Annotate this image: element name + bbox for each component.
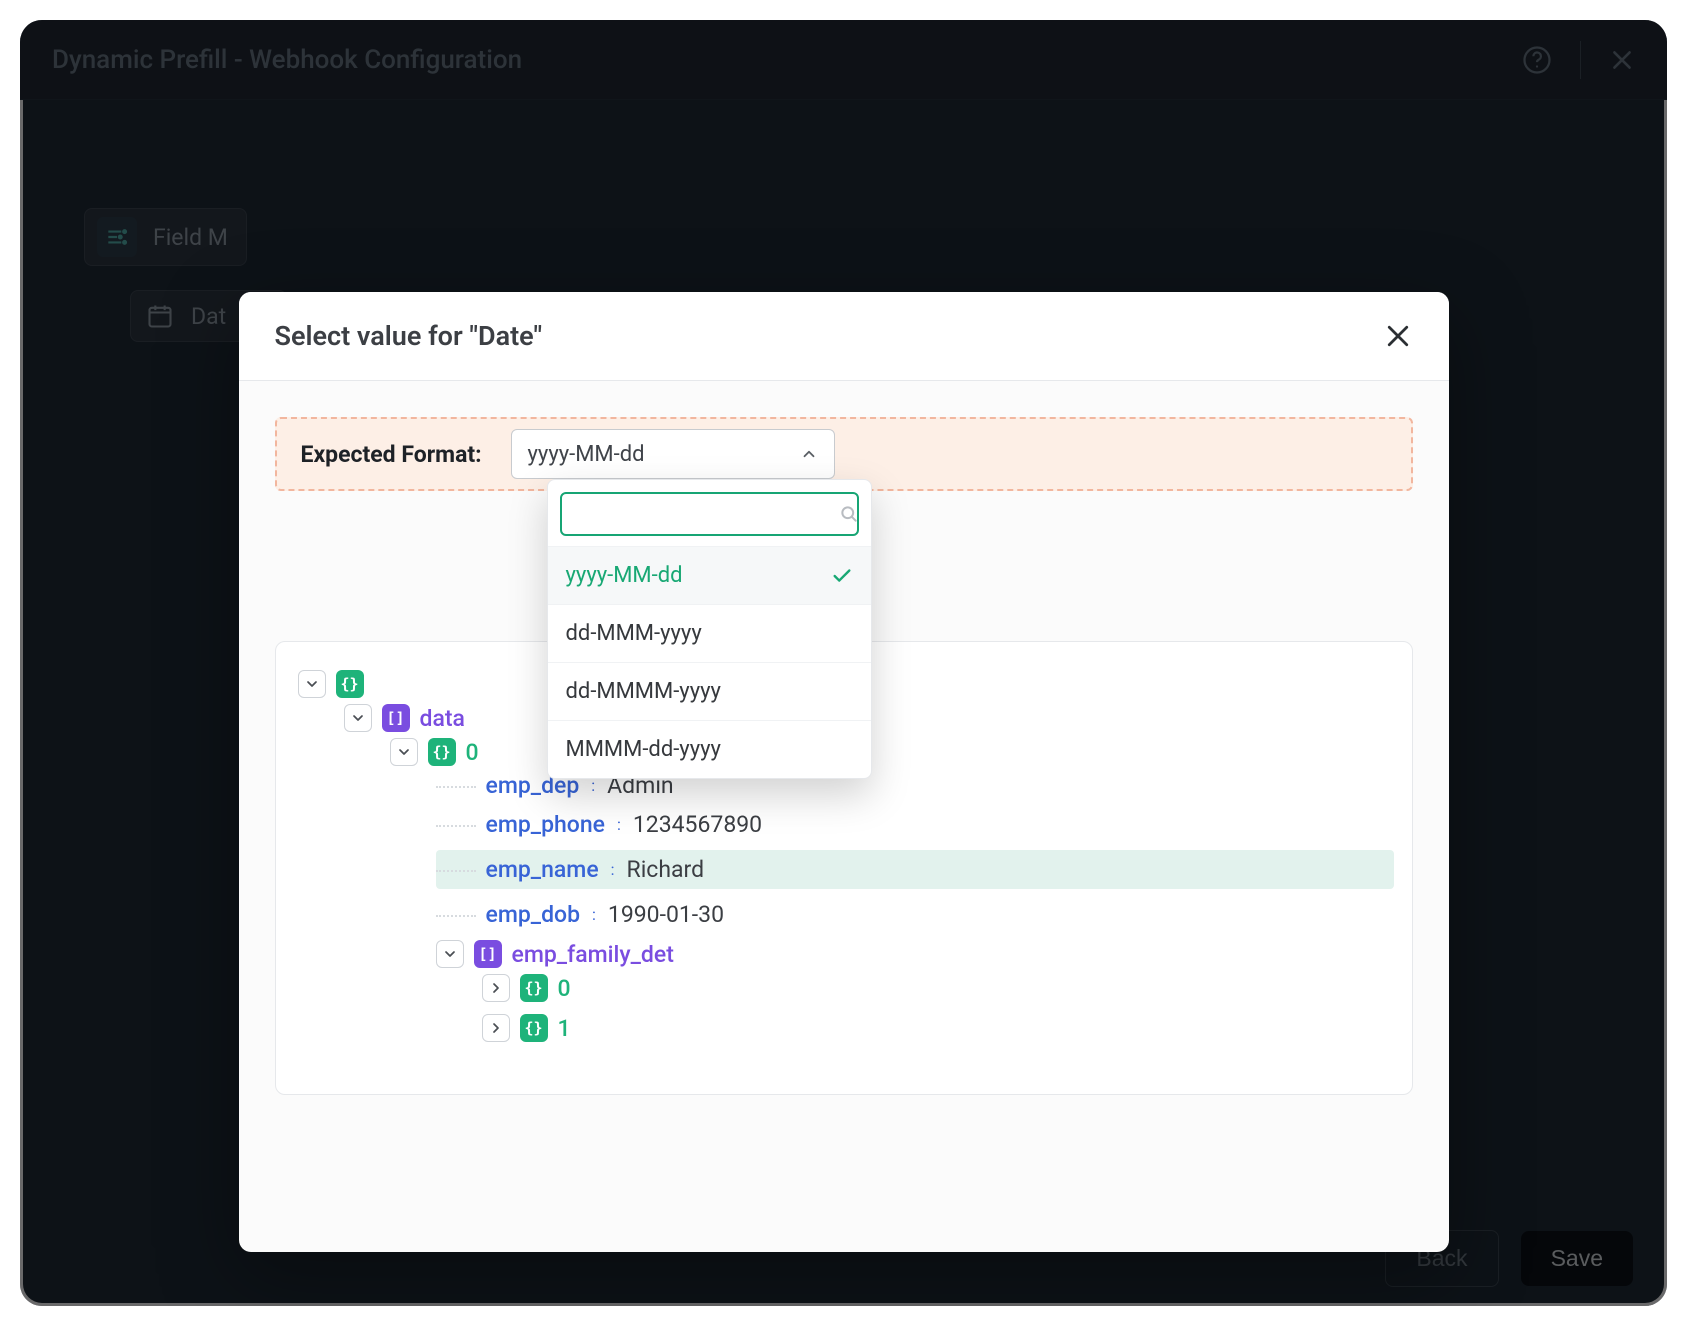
select-value-modal: Select value for "Date" Expected Format:…	[239, 292, 1449, 1252]
tree-field[interactable]: emp_phone: 1234567890	[436, 811, 1402, 838]
tree-node-label: emp_family_det	[512, 941, 674, 968]
format-option[interactable]: yyyy-MM-dd	[548, 546, 871, 604]
field-key: emp_phone	[486, 811, 605, 838]
tree-node-label: 0	[466, 739, 479, 766]
object-badge: {}	[520, 974, 548, 1002]
format-select-value: yyyy-MM-dd	[528, 442, 645, 467]
format-option-label: yyyy-MM-dd	[566, 563, 683, 588]
tree-node-family-1[interactable]: {} 1	[482, 1014, 1402, 1042]
array-badge: []	[474, 940, 502, 968]
collapse-toggle[interactable]	[344, 704, 372, 732]
format-select[interactable]: yyyy-MM-dd	[511, 429, 835, 479]
array-badge: []	[382, 704, 410, 732]
field-value: 1234567890	[633, 811, 762, 838]
tree-field-selected[interactable]: emp_name: Richard	[436, 850, 1394, 889]
object-badge: {}	[336, 670, 364, 698]
tree-node-family[interactable]: [] emp_family_det	[436, 940, 1402, 968]
collapse-toggle[interactable]	[436, 940, 464, 968]
chevron-up-icon	[800, 445, 818, 463]
collapse-toggle[interactable]	[298, 670, 326, 698]
modal-title: Select value for "Date"	[275, 320, 543, 352]
field-key: emp_dob	[486, 901, 581, 928]
field-value: Richard	[627, 856, 705, 883]
format-search[interactable]	[560, 492, 859, 536]
object-badge: {}	[428, 738, 456, 766]
tree-node-label: 0	[558, 975, 571, 1002]
field-value: 1990-01-30	[608, 901, 724, 928]
format-dropdown: yyyy-MM-dd dd-MMM-yyyy dd-MMMM-yyyy MMMM…	[547, 479, 872, 779]
tree-node-label: 1	[558, 1015, 571, 1042]
format-option[interactable]: MMMM-dd-yyyy	[548, 720, 871, 778]
tree-node-label: data	[420, 705, 465, 732]
format-search-input[interactable]	[574, 503, 839, 526]
collapse-toggle[interactable]	[390, 738, 418, 766]
expected-format-label: Expected Format:	[301, 441, 511, 468]
format-option-label: dd-MMM-yyyy	[566, 621, 702, 646]
expand-toggle[interactable]	[482, 974, 510, 1002]
tree-node-family-0[interactable]: {} 0	[482, 974, 1402, 1002]
object-badge: {}	[520, 1014, 548, 1042]
format-option-label: dd-MMMM-yyyy	[566, 679, 721, 704]
tree-node-index-0[interactable]: {} 0	[390, 738, 1402, 766]
search-icon	[839, 504, 859, 524]
field-key: emp_name	[486, 856, 599, 883]
format-option[interactable]: dd-MMM-yyyy	[548, 604, 871, 662]
close-icon[interactable]	[1383, 321, 1413, 351]
modal-header: Select value for "Date"	[239, 292, 1449, 381]
format-option-label: MMMM-dd-yyyy	[566, 737, 721, 762]
expected-format-bar: Expected Format: yyyy-MM-dd yyyy-MM-dd	[275, 417, 1413, 491]
check-icon	[831, 565, 853, 587]
format-option[interactable]: dd-MMMM-yyyy	[548, 662, 871, 720]
app-window: Dynamic Prefill - Webhook Configuration …	[20, 20, 1667, 1306]
tree-field[interactable]: emp_dob: 1990-01-30	[436, 901, 1402, 928]
expand-toggle[interactable]	[482, 1014, 510, 1042]
tree-node-data[interactable]: [] data	[344, 704, 1402, 732]
